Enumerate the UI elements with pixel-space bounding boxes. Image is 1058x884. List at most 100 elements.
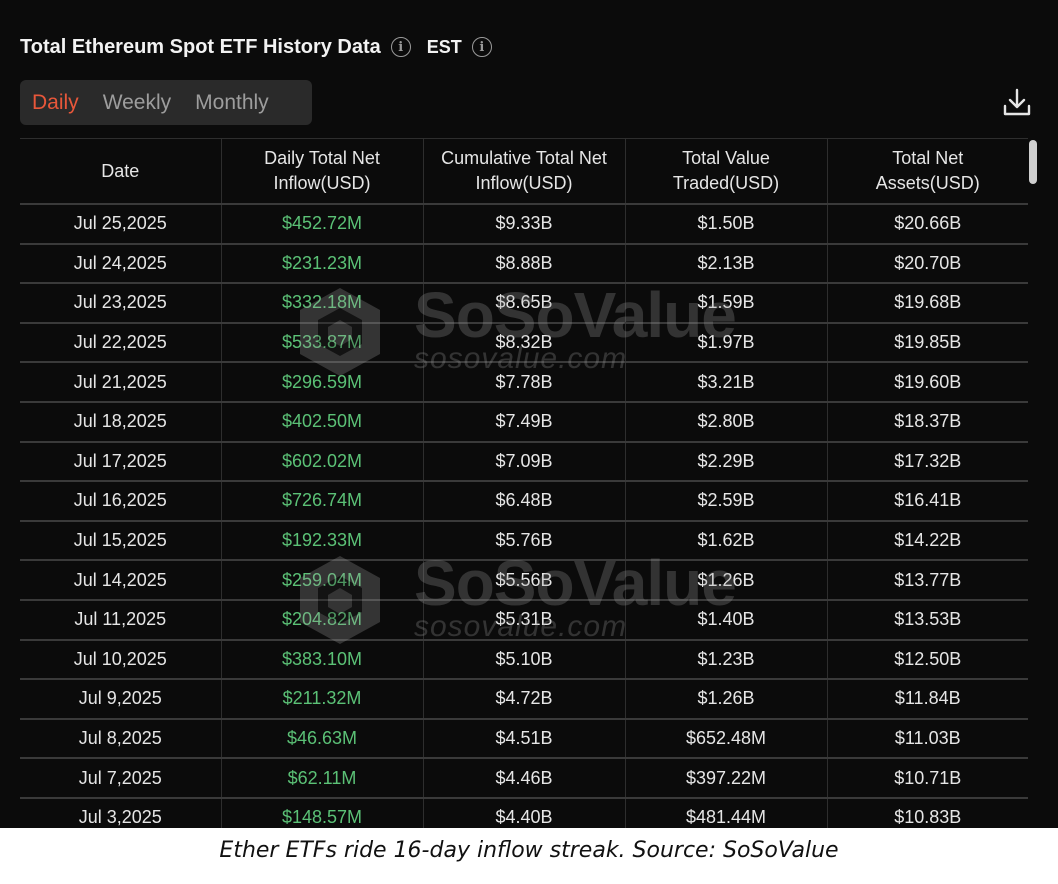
- table-row[interactable]: Jul 24,2025 $231.23M $8.88B $2.13B $20.70B: [20, 243, 1028, 285]
- table-row[interactable]: Jul 17,2025 $602.02M $7.09B $2.29B $17.32B: [20, 441, 1028, 483]
- cell-total-net-assets: $13.53B: [827, 599, 1028, 641]
- cell-total-value-traded: $1.26B: [625, 679, 828, 720]
- cell-date: Jul 21,2025: [20, 362, 222, 403]
- column-header-total-value-traded[interactable]: Total Value Traded(USD): [625, 138, 828, 205]
- table-row[interactable]: Jul 10,2025 $383.10M $5.10B $1.23B $12.50B: [20, 639, 1028, 681]
- cell-cumulative-net-inflow: $6.48B: [423, 481, 626, 522]
- cell-total-value-traded: $2.29B: [625, 441, 828, 483]
- cell-total-value-traded: $2.80B: [625, 401, 828, 443]
- cell-total-net-assets: $20.70B: [827, 243, 1028, 285]
- etf-history-panel: Total Ethereum Spot ETF History Data i E…: [0, 0, 1058, 828]
- page-title: Total Ethereum Spot ETF History Data: [20, 35, 381, 58]
- cell-total-net-assets: $14.22B: [827, 520, 1028, 562]
- cell-date: Jul 18,2025: [20, 401, 222, 443]
- cell-daily-net-inflow: $259.04M: [221, 560, 424, 601]
- cell-date: Jul 17,2025: [20, 441, 222, 483]
- panel-header: Total Ethereum Spot ETF History Data i E…: [20, 30, 492, 64]
- table-row[interactable]: Jul 25,2025 $452.72M $9.33B $1.50B $20.66B: [20, 204, 1028, 245]
- table-row[interactable]: Jul 9,2025 $211.32M $4.72B $1.26B $11.84B: [20, 679, 1028, 720]
- table-scrollbar[interactable]: [1028, 138, 1038, 818]
- cell-date: Jul 9,2025: [20, 679, 222, 720]
- cell-total-net-assets: $18.37B: [827, 401, 1028, 443]
- cell-daily-net-inflow: $211.32M: [221, 679, 424, 720]
- cell-cumulative-net-inflow: $8.88B: [423, 243, 626, 285]
- cell-total-value-traded: $1.97B: [625, 322, 828, 364]
- cell-total-net-assets: $17.32B: [827, 441, 1028, 483]
- cell-total-value-traded: $481.44M: [625, 797, 828, 828]
- download-icon[interactable]: [1000, 86, 1034, 120]
- cell-daily-net-inflow: $533.87M: [221, 322, 424, 364]
- cell-total-net-assets: $20.66B: [827, 204, 1028, 245]
- cell-cumulative-net-inflow: $5.10B: [423, 639, 626, 681]
- table-row[interactable]: Jul 15,2025 $192.33M $5.76B $1.62B $14.22B: [20, 520, 1028, 562]
- cell-total-net-assets: $10.71B: [827, 758, 1028, 799]
- column-header-total-net-assets[interactable]: Total Net Assets(USD): [827, 138, 1028, 205]
- cell-total-net-assets: $10.83B: [827, 797, 1028, 828]
- cell-date: Jul 15,2025: [20, 520, 222, 562]
- etf-history-table-container: Date Daily Total Net Inflow(USD) Cumulat…: [20, 138, 1028, 828]
- cell-total-value-traded: $3.21B: [625, 362, 828, 403]
- cell-date: Jul 10,2025: [20, 639, 222, 681]
- cell-date: Jul 16,2025: [20, 481, 222, 522]
- cell-date: Jul 7,2025: [20, 758, 222, 799]
- cell-total-net-assets: $19.68B: [827, 283, 1028, 324]
- cell-daily-net-inflow: $192.33M: [221, 520, 424, 562]
- cell-daily-net-inflow: $231.23M: [221, 243, 424, 285]
- table-row[interactable]: Jul 16,2025 $726.74M $6.48B $2.59B $16.41B: [20, 481, 1028, 522]
- cell-cumulative-net-inflow: $8.32B: [423, 322, 626, 364]
- cell-total-value-traded: $652.48M: [625, 718, 828, 760]
- cell-cumulative-net-inflow: $4.46B: [423, 758, 626, 799]
- cell-daily-net-inflow: $148.57M: [221, 797, 424, 828]
- cell-cumulative-net-inflow: $4.40B: [423, 797, 626, 828]
- tab-daily[interactable]: Daily: [20, 91, 91, 115]
- table-row[interactable]: Jul 11,2025 $204.82M $5.31B $1.40B $13.53B: [20, 599, 1028, 641]
- cell-total-value-traded: $2.59B: [625, 481, 828, 522]
- cell-cumulative-net-inflow: $7.09B: [423, 441, 626, 483]
- table-row[interactable]: Jul 14,2025 $259.04M $5.56B $1.26B $13.77B: [20, 560, 1028, 601]
- image-caption: Ether ETFs ride 16-day inflow streak. So…: [219, 838, 839, 863]
- cell-daily-net-inflow: $332.18M: [221, 283, 424, 324]
- cell-total-value-traded: $1.26B: [625, 560, 828, 601]
- cell-date: Jul 22,2025: [20, 322, 222, 364]
- cell-cumulative-net-inflow: $5.56B: [423, 560, 626, 601]
- cell-date: Jul 23,2025: [20, 283, 222, 324]
- tab-monthly[interactable]: Monthly: [183, 91, 281, 115]
- table-header-row: Date Daily Total Net Inflow(USD) Cumulat…: [20, 138, 1028, 205]
- column-header-date[interactable]: Date: [20, 138, 222, 205]
- cell-total-value-traded: $1.50B: [625, 204, 828, 245]
- table-row[interactable]: Jul 22,2025 $533.87M $8.32B $1.97B $19.85B: [20, 322, 1028, 364]
- cell-date: Jul 3,2025: [20, 797, 222, 828]
- period-tabs: Daily Weekly Monthly: [20, 80, 312, 125]
- cell-total-value-traded: $1.23B: [625, 639, 828, 681]
- cell-daily-net-inflow: $62.11M: [221, 758, 424, 799]
- cell-cumulative-net-inflow: $7.49B: [423, 401, 626, 443]
- cell-daily-net-inflow: $402.50M: [221, 401, 424, 443]
- cell-total-value-traded: $1.62B: [625, 520, 828, 562]
- timezone-info-icon[interactable]: i: [471, 37, 492, 57]
- info-icon[interactable]: i: [390, 37, 411, 57]
- table-row[interactable]: Jul 21,2025 $296.59M $7.78B $3.21B $19.60B: [20, 362, 1028, 403]
- cell-date: Jul 11,2025: [20, 599, 222, 641]
- cell-total-net-assets: $16.41B: [827, 481, 1028, 522]
- cell-cumulative-net-inflow: $4.72B: [423, 679, 626, 720]
- table-row[interactable]: Jul 23,2025 $332.18M $8.65B $1.59B $19.68B: [20, 283, 1028, 324]
- cell-total-net-assets: $11.84B: [827, 679, 1028, 720]
- cell-total-net-assets: $12.50B: [827, 639, 1028, 681]
- cell-daily-net-inflow: $602.02M: [221, 441, 424, 483]
- cell-total-value-traded: $397.22M: [625, 758, 828, 799]
- cell-cumulative-net-inflow: $5.76B: [423, 520, 626, 562]
- scrollbar-thumb[interactable]: [1029, 140, 1037, 184]
- cell-cumulative-net-inflow: $5.31B: [423, 599, 626, 641]
- table-row[interactable]: Jul 7,2025 $62.11M $4.46B $397.22M $10.71B: [20, 758, 1028, 799]
- column-header-daily-net-inflow[interactable]: Daily Total Net Inflow(USD): [221, 138, 424, 205]
- timezone-label: EST: [426, 36, 462, 57]
- table-row[interactable]: Jul 3,2025 $148.57M $4.40B $481.44M $10.83B: [20, 797, 1028, 828]
- cell-daily-net-inflow: $383.10M: [221, 639, 424, 681]
- table-row[interactable]: Jul 8,2025 $46.63M $4.51B $652.48M $11.03B: [20, 718, 1028, 760]
- table-row[interactable]: Jul 18,2025 $402.50M $7.49B $2.80B $18.37B: [20, 401, 1028, 443]
- cell-daily-net-inflow: $204.82M: [221, 599, 424, 641]
- cell-date: Jul 14,2025: [20, 560, 222, 601]
- tab-weekly[interactable]: Weekly: [91, 91, 183, 115]
- column-header-cumulative-net-inflow[interactable]: Cumulative Total Net Inflow(USD): [423, 138, 626, 205]
- cell-total-net-assets: $19.60B: [827, 362, 1028, 403]
